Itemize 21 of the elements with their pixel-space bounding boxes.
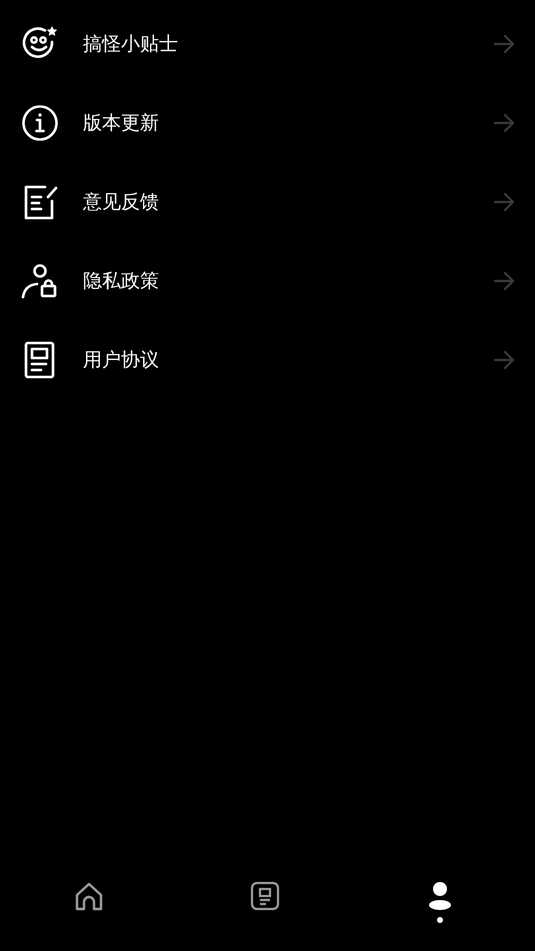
info-icon: [21, 104, 59, 142]
person-icon: [428, 881, 452, 911]
menu-item[interactable]: 用户协议: [0, 320, 535, 399]
arrow-right-icon: [493, 192, 515, 212]
arrow-right-icon: [493, 34, 515, 54]
menu-label: 意见反馈: [83, 190, 160, 214]
menu-item[interactable]: 版本更新: [0, 83, 535, 162]
menu-label: 用户协议: [83, 348, 160, 372]
menu-item[interactable]: 隐私政策: [0, 241, 535, 320]
person-lock-icon: [21, 262, 59, 300]
menu-label: 隐私政策: [83, 268, 160, 294]
menu-label: 搞怪小贴士: [83, 32, 179, 56]
arrow-right-icon: [493, 112, 515, 132]
menu-label: 版本更新: [83, 110, 160, 136]
arrow-right-icon: [493, 270, 515, 290]
menu-item[interactable]: 意见反馈: [0, 162, 535, 241]
arrow-right-icon: [493, 350, 515, 370]
note-card-icon: [250, 881, 280, 911]
home-icon: [73, 881, 105, 913]
selected-dot-icon: [437, 917, 443, 923]
menu-item[interactable]: 搞怪小贴士: [0, 4, 535, 83]
